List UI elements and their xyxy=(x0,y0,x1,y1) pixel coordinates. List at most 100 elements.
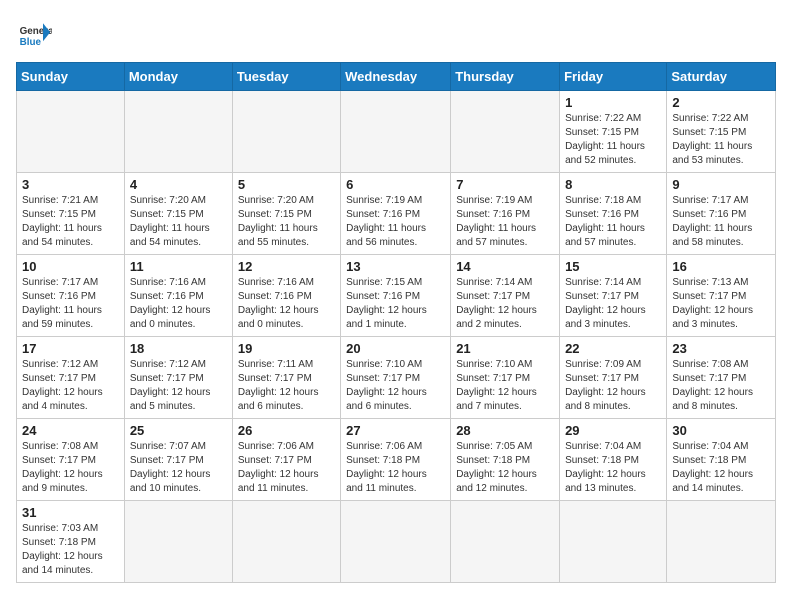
day-number: 14 xyxy=(456,259,554,274)
day-number: 4 xyxy=(130,177,227,192)
day-cell: 13 Sunrise: 7:15 AM Sunset: 7:16 PM Dayli… xyxy=(341,255,451,337)
day-number: 23 xyxy=(672,341,770,356)
day-info: Sunrise: 7:09 AM Sunset: 7:17 PM Dayligh… xyxy=(565,358,661,414)
day-info: Sunrise: 7:12 AM Sunset: 7:17 PM Dayligh… xyxy=(22,358,119,414)
day-info: Sunrise: 7:08 AM Sunset: 7:17 PM Dayligh… xyxy=(672,358,770,414)
day-cell: 12 Sunrise: 7:16 AM Sunset: 7:16 PM Dayli… xyxy=(232,255,340,337)
day-number: 17 xyxy=(22,341,119,356)
weekday-thursday: Thursday xyxy=(451,63,560,91)
day-number: 12 xyxy=(238,259,335,274)
day-cell: 3 Sunrise: 7:21 AM Sunset: 7:15 PM Daylig… xyxy=(17,173,125,255)
day-cell: 19Sunrise: 7:11 AM Sunset: 7:17 PM Dayli… xyxy=(232,337,340,419)
svg-text:Blue: Blue xyxy=(20,37,42,48)
day-info: Sunrise: 7:07 AM Sunset: 7:17 PM Dayligh… xyxy=(130,440,227,496)
day-info: Sunrise: 7:06 AM Sunset: 7:17 PM Dayligh… xyxy=(238,440,335,496)
day-cell xyxy=(124,501,232,583)
day-number: 20 xyxy=(346,341,445,356)
week-row-5: 24 Sunrise: 7:08 AM Sunset: 7:17 PM Dayli… xyxy=(17,419,776,501)
day-info: Sunrise: 7:13 AM Sunset: 7:17 PM Dayligh… xyxy=(672,276,770,332)
day-number: 3 xyxy=(22,177,119,192)
weekday-wednesday: Wednesday xyxy=(341,63,451,91)
day-cell: 30Sunrise: 7:04 AM Sunset: 7:18 PM Dayli… xyxy=(667,419,776,501)
day-info: Sunrise: 7:08 AM Sunset: 7:17 PM Dayligh… xyxy=(22,440,119,496)
day-info: Sunrise: 7:15 AM Sunset: 7:16 PM Dayligh… xyxy=(346,276,445,332)
day-number: 22 xyxy=(565,341,661,356)
day-cell: 2 Sunrise: 7:22 AM Sunset: 7:15 PM Daylig… xyxy=(667,91,776,173)
day-cell xyxy=(17,91,125,173)
logo-icon: General Blue xyxy=(16,16,52,52)
day-info: Sunrise: 7:03 AM Sunset: 7:18 PM Dayligh… xyxy=(22,522,119,578)
day-info: Sunrise: 7:04 AM Sunset: 7:18 PM Dayligh… xyxy=(565,440,661,496)
day-info: Sunrise: 7:10 AM Sunset: 7:17 PM Dayligh… xyxy=(346,358,445,414)
day-info: Sunrise: 7:20 AM Sunset: 7:15 PM Dayligh… xyxy=(238,194,335,250)
day-cell: 20 Sunrise: 7:10 AM Sunset: 7:17 PM Dayli… xyxy=(341,337,451,419)
day-number: 16 xyxy=(672,259,770,274)
header: General Blue xyxy=(16,16,776,52)
day-info: Sunrise: 7:22 AM Sunset: 7:15 PM Dayligh… xyxy=(672,112,770,168)
day-number: 7 xyxy=(456,177,554,192)
day-number: 13 xyxy=(346,259,445,274)
day-info: Sunrise: 7:21 AM Sunset: 7:15 PM Dayligh… xyxy=(22,194,119,250)
day-number: 21 xyxy=(456,341,554,356)
week-row-2: 3 Sunrise: 7:21 AM Sunset: 7:15 PM Daylig… xyxy=(17,173,776,255)
weekday-tuesday: Tuesday xyxy=(232,63,340,91)
day-cell: 11Sunrise: 7:16 AM Sunset: 7:16 PM Dayli… xyxy=(124,255,232,337)
day-number: 31 xyxy=(22,505,119,520)
day-number: 10 xyxy=(22,259,119,274)
day-number: 25 xyxy=(130,423,227,438)
weekday-saturday: Saturday xyxy=(667,63,776,91)
day-number: 27 xyxy=(346,423,445,438)
week-row-6: 31 Sunrise: 7:03 AM Sunset: 7:18 PM Dayli… xyxy=(17,501,776,583)
week-row-4: 17 Sunrise: 7:12 AM Sunset: 7:17 PM Dayli… xyxy=(17,337,776,419)
day-info: Sunrise: 7:22 AM Sunset: 7:15 PM Dayligh… xyxy=(565,112,661,168)
day-cell: 8Sunrise: 7:18 AM Sunset: 7:16 PM Daylig… xyxy=(560,173,667,255)
week-row-3: 10 Sunrise: 7:17 AM Sunset: 7:16 PM Dayli… xyxy=(17,255,776,337)
day-cell: 27 Sunrise: 7:06 AM Sunset: 7:18 PM Dayli… xyxy=(341,419,451,501)
day-cell: 26Sunrise: 7:06 AM Sunset: 7:17 PM Dayli… xyxy=(232,419,340,501)
day-cell: 28Sunrise: 7:05 AM Sunset: 7:18 PM Dayli… xyxy=(451,419,560,501)
day-cell xyxy=(232,501,340,583)
day-cell: 1 Sunrise: 7:22 AM Sunset: 7:15 PM Daylig… xyxy=(560,91,667,173)
day-info: Sunrise: 7:19 AM Sunset: 7:16 PM Dayligh… xyxy=(456,194,554,250)
day-cell: 14 Sunrise: 7:14 AM Sunset: 7:17 PM Dayli… xyxy=(451,255,560,337)
day-info: Sunrise: 7:20 AM Sunset: 7:15 PM Dayligh… xyxy=(130,194,227,250)
day-cell xyxy=(124,91,232,173)
day-cell xyxy=(560,501,667,583)
day-cell: 24 Sunrise: 7:08 AM Sunset: 7:17 PM Dayli… xyxy=(17,419,125,501)
weekday-sunday: Sunday xyxy=(17,63,125,91)
day-info: Sunrise: 7:12 AM Sunset: 7:17 PM Dayligh… xyxy=(130,358,227,414)
day-info: Sunrise: 7:14 AM Sunset: 7:17 PM Dayligh… xyxy=(456,276,554,332)
day-cell: 15 Sunrise: 7:14 AM Sunset: 7:17 PM Dayli… xyxy=(560,255,667,337)
weekday-friday: Friday xyxy=(560,63,667,91)
day-info: Sunrise: 7:05 AM Sunset: 7:18 PM Dayligh… xyxy=(456,440,554,496)
day-cell: 16 Sunrise: 7:13 AM Sunset: 7:17 PM Dayli… xyxy=(667,255,776,337)
day-cell xyxy=(451,91,560,173)
day-info: Sunrise: 7:10 AM Sunset: 7:17 PM Dayligh… xyxy=(456,358,554,414)
day-cell: 21 Sunrise: 7:10 AM Sunset: 7:17 PM Dayli… xyxy=(451,337,560,419)
weekday-monday: Monday xyxy=(124,63,232,91)
day-info: Sunrise: 7:16 AM Sunset: 7:16 PM Dayligh… xyxy=(130,276,227,332)
day-cell: 25 Sunrise: 7:07 AM Sunset: 7:17 PM Dayli… xyxy=(124,419,232,501)
day-info: Sunrise: 7:17 AM Sunset: 7:16 PM Dayligh… xyxy=(22,276,119,332)
day-number: 5 xyxy=(238,177,335,192)
day-info: Sunrise: 7:04 AM Sunset: 7:18 PM Dayligh… xyxy=(672,440,770,496)
day-cell: 18Sunrise: 7:12 AM Sunset: 7:17 PM Dayli… xyxy=(124,337,232,419)
day-cell: 5 Sunrise: 7:20 AM Sunset: 7:15 PM Daylig… xyxy=(232,173,340,255)
day-number: 1 xyxy=(565,95,661,110)
weekday-header: SundayMondayTuesdayWednesdayThursdayFrid… xyxy=(17,63,776,91)
day-info: Sunrise: 7:06 AM Sunset: 7:18 PM Dayligh… xyxy=(346,440,445,496)
day-info: Sunrise: 7:16 AM Sunset: 7:16 PM Dayligh… xyxy=(238,276,335,332)
day-info: Sunrise: 7:17 AM Sunset: 7:16 PM Dayligh… xyxy=(672,194,770,250)
day-number: 29 xyxy=(565,423,661,438)
day-cell: 10 Sunrise: 7:17 AM Sunset: 7:16 PM Dayli… xyxy=(17,255,125,337)
day-cell xyxy=(667,501,776,583)
day-number: 24 xyxy=(22,423,119,438)
day-cell xyxy=(451,501,560,583)
day-number: 15 xyxy=(565,259,661,274)
day-cell: 9Sunrise: 7:17 AM Sunset: 7:16 PM Daylig… xyxy=(667,173,776,255)
week-row-1: 1 Sunrise: 7:22 AM Sunset: 7:15 PM Daylig… xyxy=(17,91,776,173)
day-number: 2 xyxy=(672,95,770,110)
day-info: Sunrise: 7:14 AM Sunset: 7:17 PM Dayligh… xyxy=(565,276,661,332)
day-info: Sunrise: 7:11 AM Sunset: 7:17 PM Dayligh… xyxy=(238,358,335,414)
day-info: Sunrise: 7:18 AM Sunset: 7:16 PM Dayligh… xyxy=(565,194,661,250)
